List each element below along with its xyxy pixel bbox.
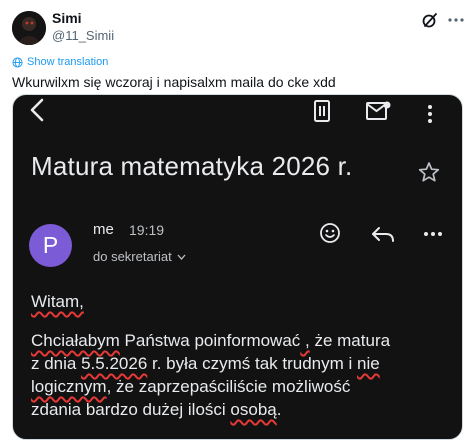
body-line-3: logicznym, że zaprzepaściliście możliwoś… (31, 375, 451, 398)
greeting-text: Witam, (31, 292, 84, 311)
back-arrow-icon (30, 98, 44, 122)
grok-icon[interactable] (421, 11, 439, 29)
emoji-react-icon (320, 223, 340, 243)
body-text: że matura (309, 331, 391, 350)
email-greeting: Witam, (31, 290, 451, 313)
star-icon (418, 162, 440, 182)
recipient-line: do sekretariat (93, 249, 186, 264)
misspelled-word: osobą (230, 400, 277, 419)
misspelled-word: logicznym (31, 377, 107, 396)
body-text: z dnia (31, 354, 82, 373)
tweet-text: Wkurwilxm się wczoraj i napisalxm maila … (12, 74, 336, 90)
more-horizontal-icon (424, 232, 442, 236)
chevron-down-icon (177, 254, 186, 260)
body-line-4: zdania bardzo dużej ilości osobą. (31, 398, 451, 421)
body-text: , że zaprzepaściliście możliwość (106, 377, 351, 396)
body-line-2: z dnia 5.5.2026 r. była czymś tak trudny… (31, 352, 451, 375)
mark-unread-icon (366, 101, 391, 120)
tweet-media-image[interactable]: Matura matematyka 2026 r. P me 19:19 do … (12, 94, 463, 440)
email-body: Witam, Chciałabym Państwa poinformować ,… (31, 290, 451, 421)
globe-icon (12, 56, 23, 68)
more-horizontal-icon[interactable] (447, 17, 465, 23)
email-subject: Matura matematyka 2026 r. (31, 151, 353, 181)
body-text: Państwa poinformować (119, 331, 301, 350)
misspelled-word: 5.5.2026 (81, 354, 148, 373)
body-text: . (276, 400, 282, 419)
misspelled-word: nie (357, 354, 380, 373)
reply-icon (372, 227, 394, 242)
show-translation-link[interactable]: Show translation (12, 56, 108, 68)
more-vertical-icon (428, 105, 432, 123)
sender-avatar: P (29, 224, 72, 267)
show-translation-label: Show translation (27, 56, 109, 68)
author-handle[interactable]: @11_Simii (52, 28, 114, 43)
recipient-label: do sekretariat (93, 249, 172, 264)
author-avatar[interactable] (12, 11, 46, 45)
trash-icon (314, 100, 330, 122)
email-time: 19:19 (129, 222, 165, 238)
body-text: r. była czymś tak trudnym i (147, 354, 358, 373)
author-name[interactable]: Simi (52, 10, 82, 26)
sender-name: me (93, 221, 114, 238)
body-line-1: Chciałabym Państwa poinformować , że mat… (31, 329, 451, 352)
misspelled-word: , (300, 331, 310, 350)
misspelled-word: Chciałabym (31, 331, 120, 350)
body-text: zdania bardzo dużej ilości (31, 400, 231, 419)
